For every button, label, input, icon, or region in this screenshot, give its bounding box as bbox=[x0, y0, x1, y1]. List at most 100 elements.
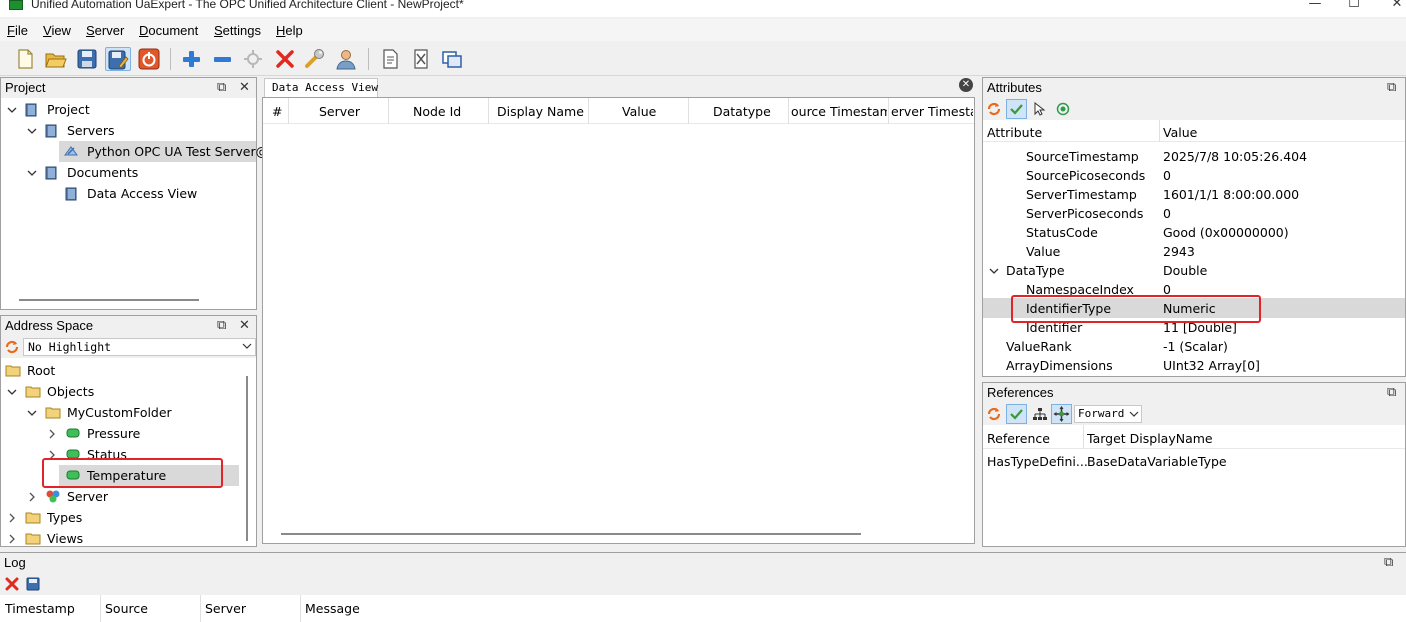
toolbar-separator bbox=[170, 48, 171, 70]
column-header-timestamp[interactable]: Timestamp bbox=[5, 601, 75, 616]
column-header[interactable]: Display Name bbox=[497, 104, 584, 119]
column-header[interactable]: ource Timestam bbox=[791, 104, 887, 119]
close-icon[interactable]: ✕ bbox=[239, 79, 250, 95]
new-project-icon[interactable] bbox=[12, 47, 38, 71]
tree-item-servers[interactable]: Servers bbox=[67, 123, 115, 138]
collapse-arrow-icon[interactable] bbox=[47, 429, 57, 439]
expand-arrow-icon[interactable] bbox=[7, 105, 17, 115]
expand-arrow-icon[interactable] bbox=[7, 387, 17, 397]
close-document-icon[interactable] bbox=[408, 47, 434, 71]
refresh-icon[interactable] bbox=[986, 102, 1002, 116]
expand-arrow-icon[interactable] bbox=[989, 266, 999, 276]
minimize-button[interactable]: — bbox=[1308, 0, 1322, 11]
column-header-source[interactable]: Source bbox=[105, 601, 148, 616]
tree-item-server[interactable]: Server bbox=[67, 489, 108, 504]
menu-document[interactable]: Document bbox=[139, 23, 198, 38]
open-folder-icon[interactable] bbox=[42, 47, 68, 71]
horizontal-scrollbar[interactable] bbox=[19, 299, 199, 301]
document-icon[interactable] bbox=[377, 47, 403, 71]
float-icon[interactable]: ⧉ bbox=[1387, 384, 1396, 400]
folder-icon bbox=[45, 405, 61, 419]
column-header-server[interactable]: Server bbox=[205, 601, 246, 616]
column-header[interactable]: Node Id bbox=[413, 104, 461, 119]
auto-update-toggle[interactable] bbox=[1006, 99, 1027, 119]
tree-item-documents[interactable]: Documents bbox=[67, 165, 138, 180]
auto-update-toggle[interactable] bbox=[1006, 404, 1027, 424]
add-server-icon[interactable] bbox=[178, 47, 204, 71]
expand-arrow-icon[interactable] bbox=[27, 168, 37, 178]
tree-item-pressure[interactable]: Pressure bbox=[87, 426, 140, 441]
close-window-button[interactable]: ✕ bbox=[1390, 0, 1404, 11]
settings-wrench-icon[interactable] bbox=[302, 47, 328, 71]
column-separator bbox=[100, 595, 101, 622]
clear-log-icon[interactable] bbox=[4, 577, 20, 591]
reference-type[interactable]: HasTypeDefini... bbox=[987, 454, 1088, 469]
vertical-scrollbar[interactable] bbox=[246, 376, 248, 541]
connect-icon[interactable] bbox=[240, 47, 266, 71]
maximize-button[interactable]: ☐ bbox=[1347, 0, 1361, 11]
menu-view[interactable]: View bbox=[43, 23, 71, 38]
float-icon[interactable]: ⧉ bbox=[217, 317, 226, 333]
document-book-icon bbox=[63, 187, 79, 201]
column-header-target[interactable]: Target DisplayName bbox=[1087, 431, 1213, 446]
power-icon[interactable] bbox=[136, 47, 162, 71]
column-header-value[interactable]: Value bbox=[1163, 125, 1197, 140]
expand-arrow-icon[interactable] bbox=[27, 408, 37, 418]
variable-icon bbox=[65, 426, 81, 440]
collapse-arrow-icon[interactable] bbox=[7, 513, 17, 523]
tab-data-access-view[interactable]: Data Access View bbox=[264, 78, 378, 97]
expand-arrow-icon[interactable] bbox=[27, 126, 37, 136]
pointer-icon[interactable] bbox=[1031, 102, 1047, 116]
windows-icon[interactable] bbox=[439, 47, 465, 71]
save-as-icon[interactable] bbox=[105, 47, 131, 71]
refresh-icon[interactable] bbox=[4, 340, 20, 354]
column-header[interactable]: Server bbox=[319, 104, 360, 119]
tree-item-views[interactable]: Views bbox=[47, 531, 83, 546]
menu-server[interactable]: Server bbox=[86, 23, 124, 38]
column-header-reference[interactable]: Reference bbox=[987, 431, 1050, 446]
hierarchy-icon[interactable] bbox=[1032, 407, 1048, 421]
tree-item-data-access-view[interactable]: Data Access View bbox=[87, 186, 197, 201]
data-access-view-pane: # Server Node Id Display Name Value Data… bbox=[262, 97, 975, 544]
column-header-message[interactable]: Message bbox=[305, 601, 360, 616]
window-title: Unified Automation UaExpert - The OPC Un… bbox=[31, 0, 464, 11]
disconnect-icon[interactable] bbox=[272, 47, 298, 71]
float-icon[interactable]: ⧉ bbox=[1387, 79, 1396, 95]
collapse-arrow-icon[interactable] bbox=[27, 492, 37, 502]
column-header[interactable]: Value bbox=[622, 104, 656, 119]
column-header[interactable]: erver Timesta bbox=[891, 104, 973, 119]
column-separator bbox=[288, 98, 289, 124]
highlight-select[interactable]: No Highlight bbox=[23, 338, 256, 356]
refresh-icon[interactable] bbox=[986, 407, 1002, 421]
attributes-toolbar bbox=[983, 98, 1405, 120]
float-icon[interactable]: ⧉ bbox=[217, 79, 226, 95]
browse-toggle[interactable] bbox=[1051, 404, 1072, 424]
menu-settings[interactable]: Settings bbox=[214, 23, 261, 38]
reference-target[interactable]: BaseDataVariableType bbox=[1087, 454, 1227, 469]
check-icon bbox=[1010, 409, 1023, 420]
horizontal-scrollbar[interactable] bbox=[281, 533, 861, 535]
tree-item-server-connection[interactable]: Python OPC UA Test Server@ bbox=[87, 144, 268, 159]
remove-server-icon[interactable] bbox=[209, 47, 235, 71]
column-header[interactable]: # bbox=[272, 104, 282, 119]
menu-help[interactable]: Help bbox=[276, 23, 303, 38]
attribute-value: UInt32 Array[0] bbox=[1163, 358, 1260, 373]
menu-file[interactable]: File bbox=[7, 23, 28, 38]
tree-item-objects[interactable]: Objects bbox=[47, 384, 94, 399]
attribute-name[interactable]: DataType bbox=[1006, 263, 1065, 278]
save-icon[interactable] bbox=[74, 47, 100, 71]
tree-item-root[interactable]: Root bbox=[27, 363, 55, 378]
tree-item-types[interactable]: Types bbox=[47, 510, 82, 525]
save-log-icon[interactable] bbox=[25, 577, 41, 591]
tree-item-mycustomfolder[interactable]: MyCustomFolder bbox=[67, 405, 172, 420]
column-header[interactable]: Datatype bbox=[713, 104, 771, 119]
user-icon[interactable] bbox=[333, 47, 359, 71]
close-tab-icon[interactable]: ✕ bbox=[959, 78, 973, 92]
close-icon[interactable]: ✕ bbox=[239, 317, 250, 333]
direction-select[interactable]: Forward bbox=[1074, 405, 1142, 423]
tree-item-project[interactable]: Project bbox=[47, 102, 90, 117]
collapse-arrow-icon[interactable] bbox=[7, 534, 17, 544]
float-icon[interactable]: ⧉ bbox=[1384, 554, 1393, 570]
column-header-attribute[interactable]: Attribute bbox=[987, 125, 1042, 140]
record-icon[interactable] bbox=[1055, 102, 1071, 116]
